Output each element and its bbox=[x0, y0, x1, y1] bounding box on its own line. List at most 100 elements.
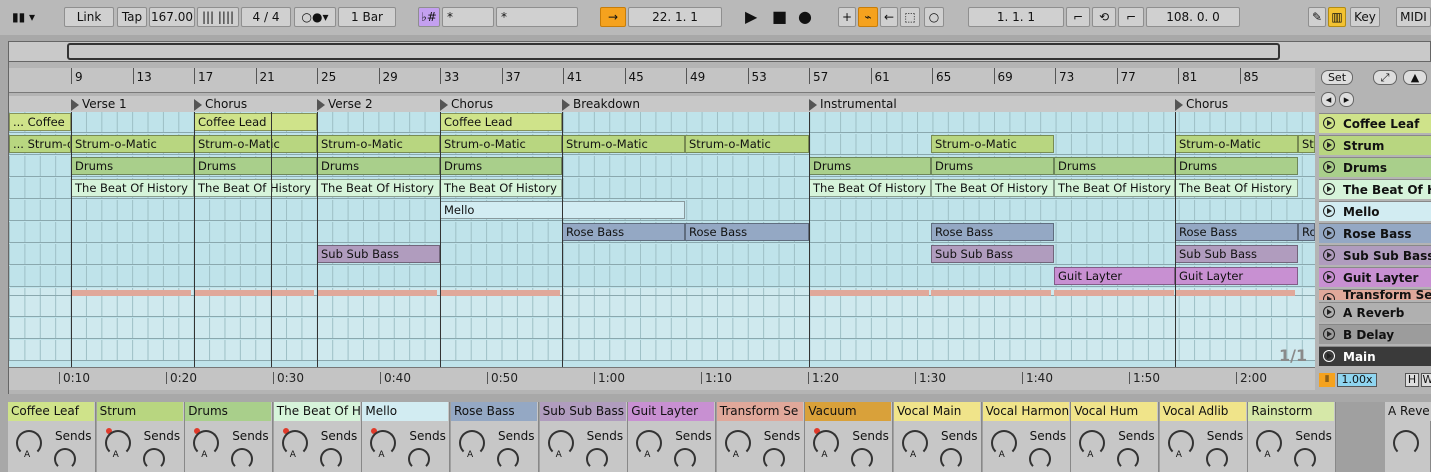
clip[interactable]: Sub Sub Bass bbox=[1175, 245, 1298, 263]
loop-length-field[interactable]: 108. 0. 0 bbox=[1146, 7, 1240, 27]
arrangement-overview[interactable] bbox=[8, 41, 1431, 62]
track-header[interactable]: A Reverb bbox=[1319, 302, 1431, 322]
clip[interactable]: The Beat Of History bbox=[931, 179, 1054, 197]
track-lane[interactable]: Rose BassRose BassRose BassRose BassRo bbox=[9, 222, 1315, 243]
clip[interactable]: Strum-o-Matic bbox=[562, 135, 685, 153]
send-knob[interactable] bbox=[142, 448, 165, 470]
send-knob[interactable] bbox=[585, 448, 608, 470]
clip[interactable]: The Beat Of History bbox=[1175, 179, 1298, 197]
locator[interactable]: Breakdown bbox=[562, 97, 644, 111]
capture-icon[interactable]: ⬚ bbox=[900, 7, 920, 27]
tempo-field[interactable]: 167.00 bbox=[149, 7, 195, 27]
clip[interactable]: The Beat Of History bbox=[194, 179, 317, 197]
send-knob[interactable] bbox=[1294, 448, 1317, 470]
clip[interactable]: Drums bbox=[1054, 157, 1175, 175]
add-icon[interactable]: + bbox=[838, 7, 856, 27]
automation-icon[interactable]: ⌁ bbox=[858, 7, 878, 27]
track-play-icon[interactable] bbox=[1323, 183, 1335, 195]
track-play-icon[interactable] bbox=[1323, 271, 1335, 283]
punch-out-icon[interactable]: ⌐ bbox=[1118, 7, 1144, 27]
root-select[interactable]: * bbox=[442, 7, 494, 27]
stop-icon[interactable]: ■ bbox=[772, 7, 787, 27]
channel-name[interactable]: Strum bbox=[96, 402, 183, 421]
time-ruler[interactable]: 0:10 0:20 0:30 0:40 0:50 1:00 1:10 1:20 1:30 1:40… bbox=[9, 367, 1315, 390]
track-lane[interactable]: Sub Sub Bass Sub Sub Bass Sub Sub Bass bbox=[9, 244, 1315, 265]
scale-select[interactable]: * bbox=[496, 7, 578, 27]
beat-ruler[interactable]: 9 13 17 21 25 29 33 37 41 45 49 53 57 61 65 69 73 77 81 85 bbox=[9, 68, 1315, 93]
clip[interactable]: The Beat Of History bbox=[317, 179, 440, 197]
track-play-icon[interactable] bbox=[1323, 249, 1335, 261]
clip[interactable]: Strum-o-Matic bbox=[1175, 135, 1298, 153]
track-play-icon[interactable] bbox=[1323, 350, 1335, 362]
back-icon[interactable]: ← bbox=[880, 7, 898, 27]
loop-icon[interactable]: ⟲ bbox=[1092, 7, 1116, 27]
record-icon[interactable]: ● bbox=[798, 7, 812, 27]
clip[interactable]: Rose Bass bbox=[1175, 223, 1298, 241]
send-knob[interactable] bbox=[940, 448, 962, 470]
clip[interactable]: Strum-o-Matic bbox=[194, 135, 317, 153]
keyboard-icon[interactable]: ▥ bbox=[1328, 7, 1346, 27]
channel-name[interactable]: Guit Layter bbox=[628, 402, 715, 421]
clip[interactable]: Rose Bass bbox=[685, 223, 809, 241]
track-header[interactable]: Mello bbox=[1319, 201, 1431, 221]
track-play-icon[interactable] bbox=[1323, 161, 1335, 173]
track-header[interactable]: Rose Bass bbox=[1319, 223, 1431, 243]
prev-locator-icon[interactable]: ◂ bbox=[1321, 92, 1336, 107]
quantize-menu[interactable]: 1 Bar bbox=[338, 7, 396, 27]
track-lane[interactable]: Drums Drums Drums Drums Drums Drums Drums Drums bbox=[9, 156, 1315, 177]
midi-map-button[interactable]: MIDI bbox=[1396, 7, 1431, 27]
send-knob[interactable] bbox=[1205, 448, 1228, 470]
channel-name[interactable]: Vocal Hum bbox=[1071, 402, 1158, 421]
channel-name[interactable]: Sub Sub Bass bbox=[539, 402, 626, 421]
track-play-icon[interactable] bbox=[1323, 306, 1335, 318]
locator[interactable]: Chorus bbox=[194, 97, 252, 111]
track-play-icon[interactable] bbox=[1323, 139, 1335, 151]
nudge-icon[interactable]: ||| |||| bbox=[197, 7, 239, 27]
metronome-icon[interactable]: ○●▾ bbox=[294, 7, 336, 27]
send-knob[interactable] bbox=[851, 448, 874, 470]
track-lane[interactable] bbox=[9, 296, 1315, 317]
track-header[interactable]: Sub Sub Bass bbox=[1319, 245, 1431, 265]
channel-name[interactable]: The Beat Of H bbox=[273, 402, 360, 421]
link-button[interactable]: Link bbox=[64, 7, 114, 27]
track-header[interactable]: Drums bbox=[1319, 157, 1431, 177]
clip[interactable]: Drums bbox=[194, 157, 317, 175]
follow-icon[interactable]: → bbox=[600, 7, 626, 27]
send-knob[interactable] bbox=[1393, 430, 1419, 456]
key-scale-button[interactable]: ♭# bbox=[418, 7, 440, 27]
track-lane[interactable] bbox=[9, 318, 1315, 339]
channel-name[interactable]: Coffee Leaf bbox=[8, 402, 94, 421]
channel-name[interactable]: Vocal Adlib bbox=[1159, 402, 1246, 421]
track-header[interactable]: B Delay bbox=[1319, 324, 1431, 344]
track-lane[interactable] bbox=[9, 288, 1315, 296]
expand-icon[interactable]: ⤢ bbox=[1373, 70, 1397, 85]
time-signature-field[interactable]: 4 / 4 bbox=[241, 7, 291, 27]
channel-name[interactable]: Drums bbox=[185, 402, 272, 421]
h-button[interactable]: H bbox=[1405, 373, 1419, 387]
return-name[interactable]: A Reve bbox=[1385, 402, 1431, 421]
view-toggle-icon[interactable]: ▮▮ ▾ bbox=[12, 7, 35, 27]
send-knob[interactable] bbox=[674, 448, 697, 470]
locator[interactable]: Chorus bbox=[1175, 97, 1233, 111]
overview-window[interactable] bbox=[67, 43, 1280, 60]
track-lane[interactable] bbox=[9, 340, 1315, 361]
locator[interactable]: Chorus bbox=[440, 97, 498, 111]
clip[interactable]: Rose Bass bbox=[562, 223, 685, 241]
locator[interactable]: Verse 2 bbox=[317, 97, 377, 111]
waveform-icon[interactable]: ⫴ bbox=[1319, 373, 1335, 387]
track-header[interactable]: Coffee Leaf bbox=[1319, 113, 1431, 133]
channel-name[interactable]: Vacuum bbox=[805, 402, 892, 421]
track-play-icon[interactable] bbox=[1323, 227, 1335, 239]
clip[interactable]: Coffee Lead bbox=[440, 113, 562, 131]
clip[interactable]: Sti bbox=[1298, 135, 1315, 153]
clip[interactable]: ... Strum-o bbox=[9, 135, 71, 153]
send-knob[interactable] bbox=[1028, 448, 1051, 470]
send-knob[interactable] bbox=[231, 448, 254, 470]
send-knob[interactable] bbox=[497, 448, 519, 470]
locator[interactable]: Instrumental bbox=[809, 97, 901, 111]
clip[interactable]: Drums bbox=[809, 157, 931, 175]
clip[interactable]: Drums bbox=[71, 157, 194, 175]
send-knob[interactable] bbox=[408, 448, 431, 470]
clip[interactable]: The Beat Of History bbox=[809, 179, 931, 197]
w-button[interactable]: W bbox=[1421, 373, 1431, 387]
